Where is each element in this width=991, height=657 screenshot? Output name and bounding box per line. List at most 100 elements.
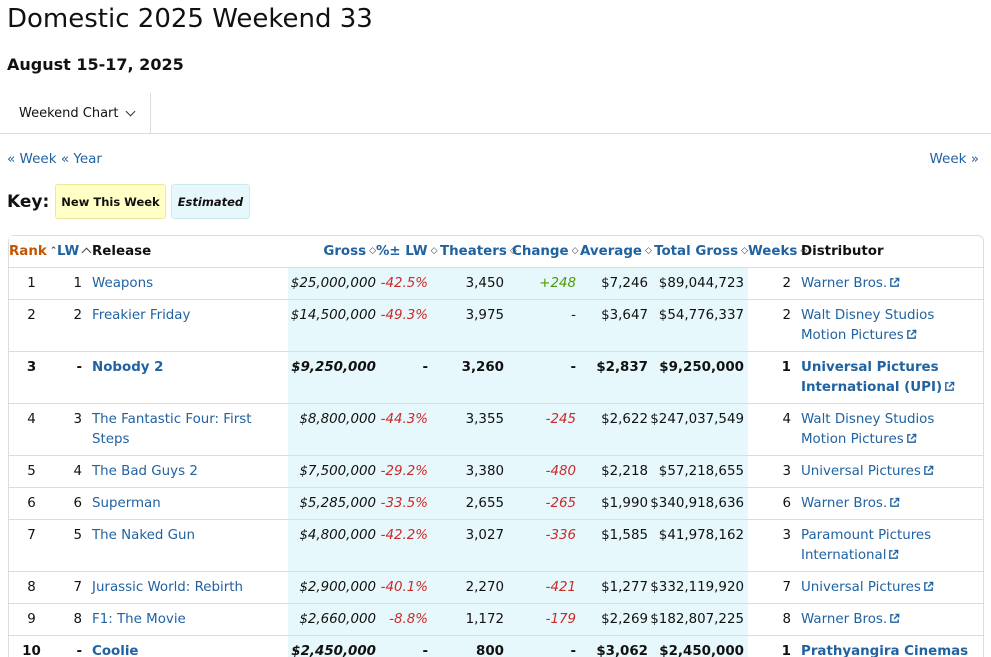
col-distributor-header[interactable]: Distributor: [801, 236, 983, 267]
rank-cell: 1: [9, 266, 54, 299]
weeks-cell: 1: [748, 634, 801, 657]
theaters-cell: 3,380: [440, 454, 512, 487]
col-release-header[interactable]: Release: [90, 236, 288, 267]
pct-lw-cell: -33.5%: [376, 486, 440, 519]
col-change-header[interactable]: Change ◇: [512, 236, 580, 267]
release-link[interactable]: Freakier Friday: [92, 308, 190, 323]
distributor-link[interactable]: Universal Pictures: [801, 464, 934, 479]
col-theaters-header[interactable]: Theaters ◇: [440, 236, 517, 267]
pct-lw-cell: -8.8%: [376, 602, 440, 635]
col-pct-lw-header[interactable]: %± LW ◇: [376, 236, 440, 267]
rank-cell: 7: [9, 518, 54, 571]
distributor-link[interactable]: Universal Pictures: [801, 580, 934, 595]
next-week-link[interactable]: Week »: [929, 151, 979, 167]
weeks-cell: 1: [748, 350, 801, 403]
distributor-link[interactable]: Warner Bros.: [801, 276, 900, 291]
last-week-cell: 5: [54, 518, 90, 571]
weeks-cell: 2: [748, 298, 801, 351]
release-link[interactable]: Nobody 2: [92, 360, 163, 375]
theaters-cell: 800: [440, 634, 512, 657]
external-link-icon: [906, 433, 916, 443]
gross-cell: $5,285,000: [288, 486, 376, 519]
col-average-header[interactable]: Average ◇: [580, 236, 652, 267]
col-weeks-header[interactable]: Weeks ◇: [748, 236, 807, 267]
external-link-icon: [889, 549, 899, 559]
average-cell: $1,585: [580, 518, 648, 571]
rank-cell: 6: [9, 486, 54, 519]
average-cell: $2,269: [580, 602, 648, 635]
distributor-link[interactable]: Walt Disney Studios Motion Pictures: [801, 412, 934, 447]
table-row: 7 5 The Naked Gun $4,800,000 -42.2% 3,027 -336…: [9, 518, 983, 571]
sort-icon: [81, 247, 92, 258]
theater-change-cell: -480: [512, 454, 580, 487]
release-link[interactable]: Weapons: [92, 276, 153, 291]
release-link[interactable]: The Naked Gun: [92, 528, 195, 543]
rank-cell: 8: [9, 570, 54, 603]
rank-cell: 4: [9, 402, 54, 455]
theaters-cell: 2,655: [440, 486, 512, 519]
last-week-cell: -: [54, 634, 90, 657]
release-link[interactable]: Coolie: [92, 644, 139, 657]
distributor-link[interactable]: Paramount Pictures International: [801, 528, 931, 563]
pct-lw-cell: -40.1%: [376, 570, 440, 603]
gross-cell: $7,500,000: [288, 454, 376, 487]
release-link[interactable]: Jurassic World: Rebirth: [92, 580, 243, 595]
last-week-cell: 7: [54, 570, 90, 603]
chart-view-dropdown[interactable]: Weekend Chart: [0, 93, 151, 133]
distributor-link[interactable]: Warner Bros.: [801, 612, 900, 627]
last-week-cell: -: [54, 350, 90, 403]
theaters-cell: 3,975: [440, 298, 512, 351]
distributor-link[interactable]: Universal Pictures International (UPI): [801, 360, 955, 395]
page-subtitle: August 15-17, 2025: [7, 55, 184, 74]
weeks-cell: 3: [748, 518, 801, 571]
divider: [0, 133, 991, 134]
external-link-icon: [906, 329, 916, 339]
release-link[interactable]: F1: The Movie: [92, 612, 186, 627]
weeks-cell: 7: [748, 570, 801, 603]
average-cell: $2,218: [580, 454, 648, 487]
chart-view-label: Weekend Chart: [19, 105, 119, 121]
sort-icon: ◇: [741, 245, 748, 256]
col-gross-header[interactable]: Gross ◇: [288, 236, 376, 267]
theater-change-cell: -: [512, 350, 580, 403]
distributor-link[interactable]: Warner Bros.: [801, 496, 900, 511]
total-gross-cell: $182,807,225: [648, 602, 748, 635]
external-link-icon: [890, 277, 900, 287]
pct-lw-cell: -49.3%: [376, 298, 440, 351]
col-lw-header[interactable]: LW: [54, 236, 92, 267]
col-total-gross-header[interactable]: Total Gross ◇: [648, 236, 748, 267]
release-link[interactable]: The Fantastic Four: First Steps: [92, 412, 251, 447]
table-row: 3- Nobody 2 $9,250,000-3,260- $2,837 $9,250,…: [9, 350, 983, 403]
pct-lw-cell: -42.5%: [376, 266, 440, 299]
average-cell: $1,990: [580, 486, 648, 519]
table-row: 2 2 Freakier Friday $14,500,000 -49.3% 3,975-…: [9, 298, 983, 351]
gross-cell: $25,000,000: [288, 266, 376, 299]
pct-lw-cell: -44.3%: [376, 402, 440, 455]
release-link[interactable]: Superman: [92, 496, 161, 511]
distributor-link[interactable]: Walt Disney Studios Motion Pictures: [801, 308, 934, 343]
weeks-cell: 8: [748, 602, 801, 635]
theaters-cell: 1,172: [440, 602, 512, 635]
average-cell: $1,277: [580, 570, 648, 603]
table-row: 4 3 The Fantastic Four: First Steps $8,800,…: [9, 402, 983, 455]
gross-cell: $9,250,000: [288, 350, 376, 403]
external-link-icon: [890, 613, 900, 623]
last-week-cell: 4: [54, 454, 90, 487]
gross-cell: $2,900,000: [288, 570, 376, 603]
table-row: 8 7 Jurassic World: Rebirth $2,900,000 -40.1…: [9, 570, 983, 603]
table-row: 1 1 Weapons $25,000,000 -42.5% 3,450 +248 $7,24…: [9, 266, 983, 299]
external-link-icon: [924, 465, 934, 475]
distributor-link[interactable]: Prathyangira Cinemas: [801, 644, 968, 657]
page-title: Domestic 2025 Weekend 33: [7, 4, 373, 34]
gross-cell: $4,800,000: [288, 518, 376, 571]
average-cell: $7,246: [580, 266, 648, 299]
prev-week-link[interactable]: « Week: [7, 151, 57, 167]
weeks-cell: 6: [748, 486, 801, 519]
release-link[interactable]: The Bad Guys 2: [92, 464, 198, 479]
prev-year-link[interactable]: « Year: [61, 151, 102, 167]
col-rank-header[interactable]: Rank ⌃: [9, 236, 57, 267]
key-estimated: Estimated: [170, 184, 251, 219]
theaters-cell: 3,260: [440, 350, 512, 403]
chevron-down-icon: [125, 106, 135, 116]
external-link-icon: [890, 497, 900, 507]
